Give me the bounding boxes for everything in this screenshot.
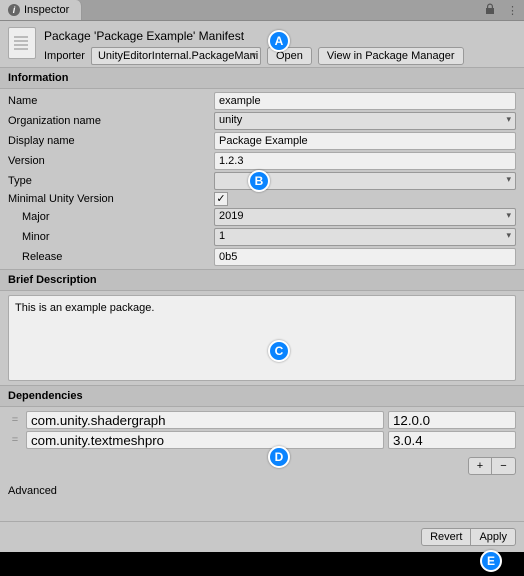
display-name-label: Display name: [8, 135, 208, 147]
drag-handle-icon[interactable]: =: [8, 414, 22, 426]
lock-icon[interactable]: [479, 3, 501, 18]
remove-dependency-button[interactable]: −: [492, 457, 516, 475]
inspector-tab[interactable]: i Inspector: [0, 0, 82, 20]
dependency-name-field[interactable]: [26, 411, 384, 429]
kebab-menu-icon[interactable]: ⋮: [501, 4, 524, 17]
major-label: Major: [8, 211, 208, 223]
dependency-version-field[interactable]: [388, 411, 516, 429]
tab-bar: i Inspector ⋮: [0, 0, 524, 21]
revert-button[interactable]: Revert: [421, 528, 471, 546]
tab-label: Inspector: [24, 4, 69, 16]
callout-b: B: [248, 170, 270, 192]
document-icon: [8, 27, 36, 59]
dependency-name-field[interactable]: [26, 431, 384, 449]
drag-handle-icon[interactable]: =: [8, 434, 22, 446]
dependency-version-field[interactable]: [388, 431, 516, 449]
min-unity-version-label: Minimal Unity Version: [8, 193, 208, 205]
importer-label: Importer: [44, 50, 85, 62]
advanced-foldout[interactable]: Advanced: [0, 477, 524, 505]
callout-d: D: [268, 446, 290, 468]
callout-a: A: [268, 30, 290, 52]
inspector-panel: i Inspector ⋮ Package 'Package Example' …: [0, 0, 524, 552]
dependencies-header: Dependencies: [0, 385, 524, 407]
min-unity-version-checkbox[interactable]: [214, 192, 228, 206]
add-dependency-button[interactable]: +: [468, 457, 492, 475]
type-label: Type: [8, 175, 208, 187]
minor-label: Minor: [8, 231, 208, 243]
importer-dropdown[interactable]: UnityEditorInternal.PackageMani: [91, 47, 261, 65]
name-label: Name: [8, 95, 208, 107]
dependency-row: =: [8, 431, 516, 449]
footer: Revert Apply: [0, 521, 524, 552]
callout-c: C: [268, 340, 290, 362]
org-select[interactable]: unity: [214, 112, 516, 130]
asset-header: Package 'Package Example' Manifest Impor…: [0, 21, 524, 67]
brief-description-header: Brief Description: [0, 269, 524, 291]
version-field[interactable]: [214, 152, 516, 170]
description-textarea[interactable]: This is an example package.: [8, 295, 516, 381]
callout-e: E: [480, 550, 502, 572]
org-label: Organization name: [8, 115, 208, 127]
information-header: Information: [0, 67, 524, 89]
info-icon: i: [8, 4, 20, 16]
dependencies-list: = =: [0, 407, 524, 453]
apply-button[interactable]: Apply: [471, 528, 516, 546]
major-select[interactable]: 2019: [214, 208, 516, 226]
view-in-package-manager-button[interactable]: View in Package Manager: [318, 47, 464, 65]
version-label: Version: [8, 155, 208, 167]
dependency-row: =: [8, 411, 516, 429]
display-name-field[interactable]: [214, 132, 516, 150]
release-label: Release: [8, 251, 208, 263]
minor-select[interactable]: 1: [214, 228, 516, 246]
name-field[interactable]: [214, 92, 516, 110]
release-field[interactable]: [214, 248, 516, 266]
